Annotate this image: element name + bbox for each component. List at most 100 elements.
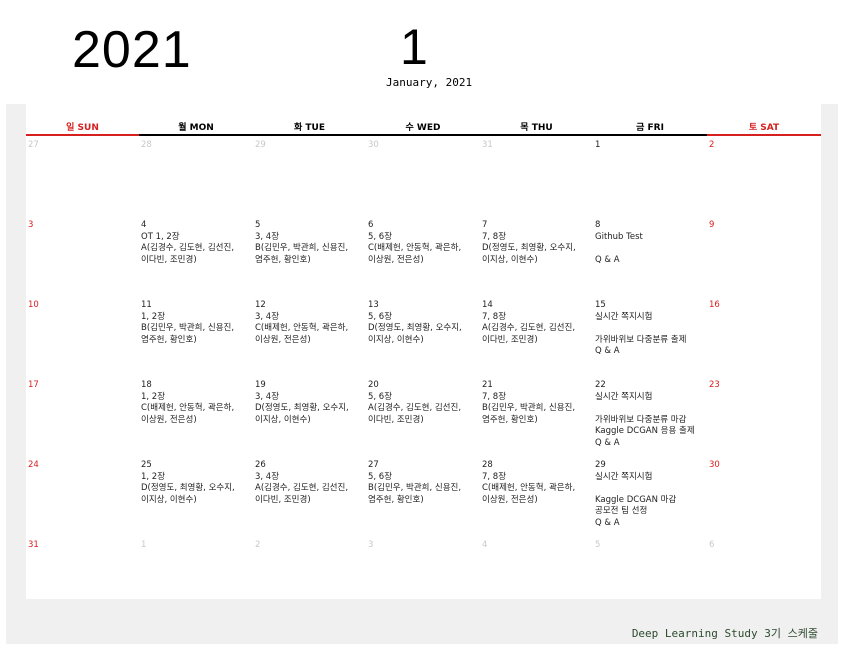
day-cell[interactable]: 30: [707, 458, 821, 538]
event-line: A(김경수, 김도현, 김선진,: [255, 483, 349, 493]
day-number: 23: [709, 380, 720, 390]
day-cell[interactable]: 26 3, 4장 A(김경수, 김도현, 김선진, 이다빈, 조민경): [253, 458, 366, 538]
event-line: 이상원, 전은성): [141, 414, 197, 425]
day-cell[interactable]: 6: [707, 538, 821, 618]
event-line: [595, 323, 707, 335]
day-number: 14: [482, 300, 493, 310]
weekday-wed: 수 WED: [366, 122, 480, 136]
day-number: 27: [28, 140, 39, 150]
event-line: D(정영도, 최영황, 오수지,: [255, 403, 349, 413]
event-line: B(김민우, 박관희, 신용진,: [141, 323, 235, 333]
day-cell[interactable]: 14 7, 8장 A(김경수, 김도현, 김선진, 이다빈, 조민경): [480, 298, 593, 378]
event-line: 7, 8장: [482, 471, 507, 482]
day-number: 1: [595, 140, 601, 150]
week-row: 3 4 OT 1, 2장 A(김경수, 김도현, 김선진, 이다빈, 조민경) 5 3, 4…: [26, 218, 821, 298]
event-line: 5, 6장: [368, 231, 393, 242]
day-cell[interactable]: 5: [593, 538, 707, 618]
day-cell[interactable]: 28 7, 8장 C(배제헌, 안동혁, 곽은하, 이상원, 전은성): [480, 458, 593, 538]
day-number: 29: [255, 140, 266, 150]
event-line: A(김경수, 김도현, 김선진,: [141, 243, 235, 253]
day-cell[interactable]: 1: [139, 538, 253, 618]
day-number: 2: [709, 140, 715, 150]
event-line: Kaggle DCGAN 응용 출제: [595, 426, 695, 436]
event-line: 실시간 쪽지시험: [595, 311, 653, 322]
week-row: 27 28 29 30 31 1 2: [26, 138, 821, 218]
weekday-header-row: 일 SUN 월 MON 화 TUE 수 WED 목 THU 금 FRI 토 SAT: [26, 122, 821, 136]
event-line: 5, 6장: [368, 391, 393, 402]
day-cell[interactable]: 8 Github Test Q & A: [593, 218, 707, 298]
event-line: Kaggle DCGAN 마감: [595, 494, 677, 505]
day-cell[interactable]: 22 실시간 쪽지시험 가위바위보 다중분류 마감 Kaggle DCGAN 응용 출…: [593, 378, 707, 458]
event-line: [595, 243, 707, 255]
event-line: 이다빈, 조민경): [141, 254, 197, 265]
event-line: D(정영도, 최영황, 오수지,: [141, 483, 235, 493]
day-cell[interactable]: 16: [707, 298, 821, 378]
day-number: 20: [368, 380, 379, 390]
day-cell[interactable]: 5 3, 4장 B(김민우, 박관희, 신용진, 염주헌, 황인호): [253, 218, 366, 298]
weekday-mon: 월 MON: [139, 122, 253, 136]
day-cell[interactable]: 31: [26, 538, 139, 618]
day-cell[interactable]: 2: [253, 538, 366, 618]
day-cell[interactable]: 27: [26, 138, 139, 218]
day-number: 6: [709, 540, 715, 550]
event-line: Q & A: [595, 254, 620, 265]
event-line: 이지상, 이현수): [368, 334, 424, 345]
day-number: 10: [28, 300, 39, 310]
day-number: 19: [255, 380, 266, 390]
day-cell[interactable]: 3: [26, 218, 139, 298]
event-line: 염주헌, 황인호): [255, 254, 311, 265]
event-line: 7, 8장: [482, 311, 507, 322]
day-cell[interactable]: 20 5, 6장 A(김경수, 김도현, 김선진, 이다빈, 조민경): [366, 378, 480, 458]
day-cell[interactable]: 3: [366, 538, 480, 618]
day-cell[interactable]: 13 5, 6장 D(정영도, 최영황, 오수지, 이지상, 이현수): [366, 298, 480, 378]
event-line: 5, 6장: [368, 311, 393, 322]
day-cell[interactable]: 12 3, 4장 C(배제헌, 안동혁, 곽은하, 이상원, 전은성): [253, 298, 366, 378]
day-cell[interactable]: 18 1, 2장 C(배제헌, 안동혁, 곽은하, 이상원, 전은성): [139, 378, 253, 458]
day-number: 5: [595, 540, 601, 550]
event-line: 염주헌, 황인호): [141, 334, 197, 345]
event-line: [595, 483, 707, 495]
day-number: 27: [368, 460, 379, 470]
day-cell[interactable]: 4: [480, 538, 593, 618]
event-line: 이상원, 전은성): [368, 254, 424, 265]
day-cell[interactable]: 23: [707, 378, 821, 458]
event-line: 1, 2장: [141, 471, 166, 482]
day-cell[interactable]: 29: [253, 138, 366, 218]
event-line: 가위바위보 다중분류 출제: [595, 334, 687, 345]
day-cell[interactable]: 19 3, 4장 D(정영도, 최영황, 오수지, 이지상, 이현수): [253, 378, 366, 458]
event-line: 이상원, 전은성): [482, 494, 538, 505]
day-cell[interactable]: 2: [707, 138, 821, 218]
event-line: 1, 2장: [141, 391, 166, 402]
day-number: 31: [28, 540, 39, 550]
day-cell[interactable]: 24: [26, 458, 139, 538]
day-cell[interactable]: 15 실시간 쪽지시험 가위바위보 다중분류 출제 Q & A: [593, 298, 707, 378]
day-cell[interactable]: 27 5, 6장 B(김민우, 박관희, 신용진, 염주헌, 황인호): [366, 458, 480, 538]
day-cell[interactable]: 31: [480, 138, 593, 218]
day-cell[interactable]: 6 5, 6장 C(배제헌, 안동혁, 곽은하, 이상원, 전은성): [366, 218, 480, 298]
day-cell[interactable]: 7 7, 8장 D(정영도, 최영황, 오수지, 이지상, 이현수): [480, 218, 593, 298]
event-line: 3, 4장: [255, 391, 280, 402]
event-line: 3, 4장: [255, 311, 280, 322]
day-cell[interactable]: 28: [139, 138, 253, 218]
day-cell[interactable]: 1: [593, 138, 707, 218]
day-cell[interactable]: 4 OT 1, 2장 A(김경수, 김도현, 김선진, 이다빈, 조민경): [139, 218, 253, 298]
day-number: 17: [28, 380, 39, 390]
event-line: 이다빈, 조민경): [482, 334, 538, 345]
day-cell[interactable]: 9: [707, 218, 821, 298]
event-line: 염주헌, 황인호): [482, 414, 538, 425]
day-cell[interactable]: 25 1, 2장 D(정영도, 최영황, 오수지, 이지상, 이현수): [139, 458, 253, 538]
day-cell[interactable]: 10: [26, 298, 139, 378]
day-cell[interactable]: 21 7, 8장 B(김민우, 박관희, 신용진, 염주헌, 황인호): [480, 378, 593, 458]
day-number: 13: [368, 300, 379, 310]
event-line: 5, 6장: [368, 471, 393, 482]
day-cell[interactable]: 29 실시간 쪽지시험 Kaggle DCGAN 마감 공모전 팀 선정 Q & A: [593, 458, 707, 538]
day-number: 31: [482, 140, 493, 150]
day-number: 22: [595, 380, 606, 390]
day-number: 29: [595, 460, 606, 470]
day-cell[interactable]: 17: [26, 378, 139, 458]
weekday-fri: 금 FRI: [593, 122, 707, 136]
day-number: 30: [709, 460, 720, 470]
day-cell[interactable]: 11 1, 2장 B(김민우, 박관희, 신용진, 염주헌, 황인호): [139, 298, 253, 378]
event-line: 가위바위보 다중분류 마감: [595, 414, 687, 425]
day-cell[interactable]: 30: [366, 138, 480, 218]
